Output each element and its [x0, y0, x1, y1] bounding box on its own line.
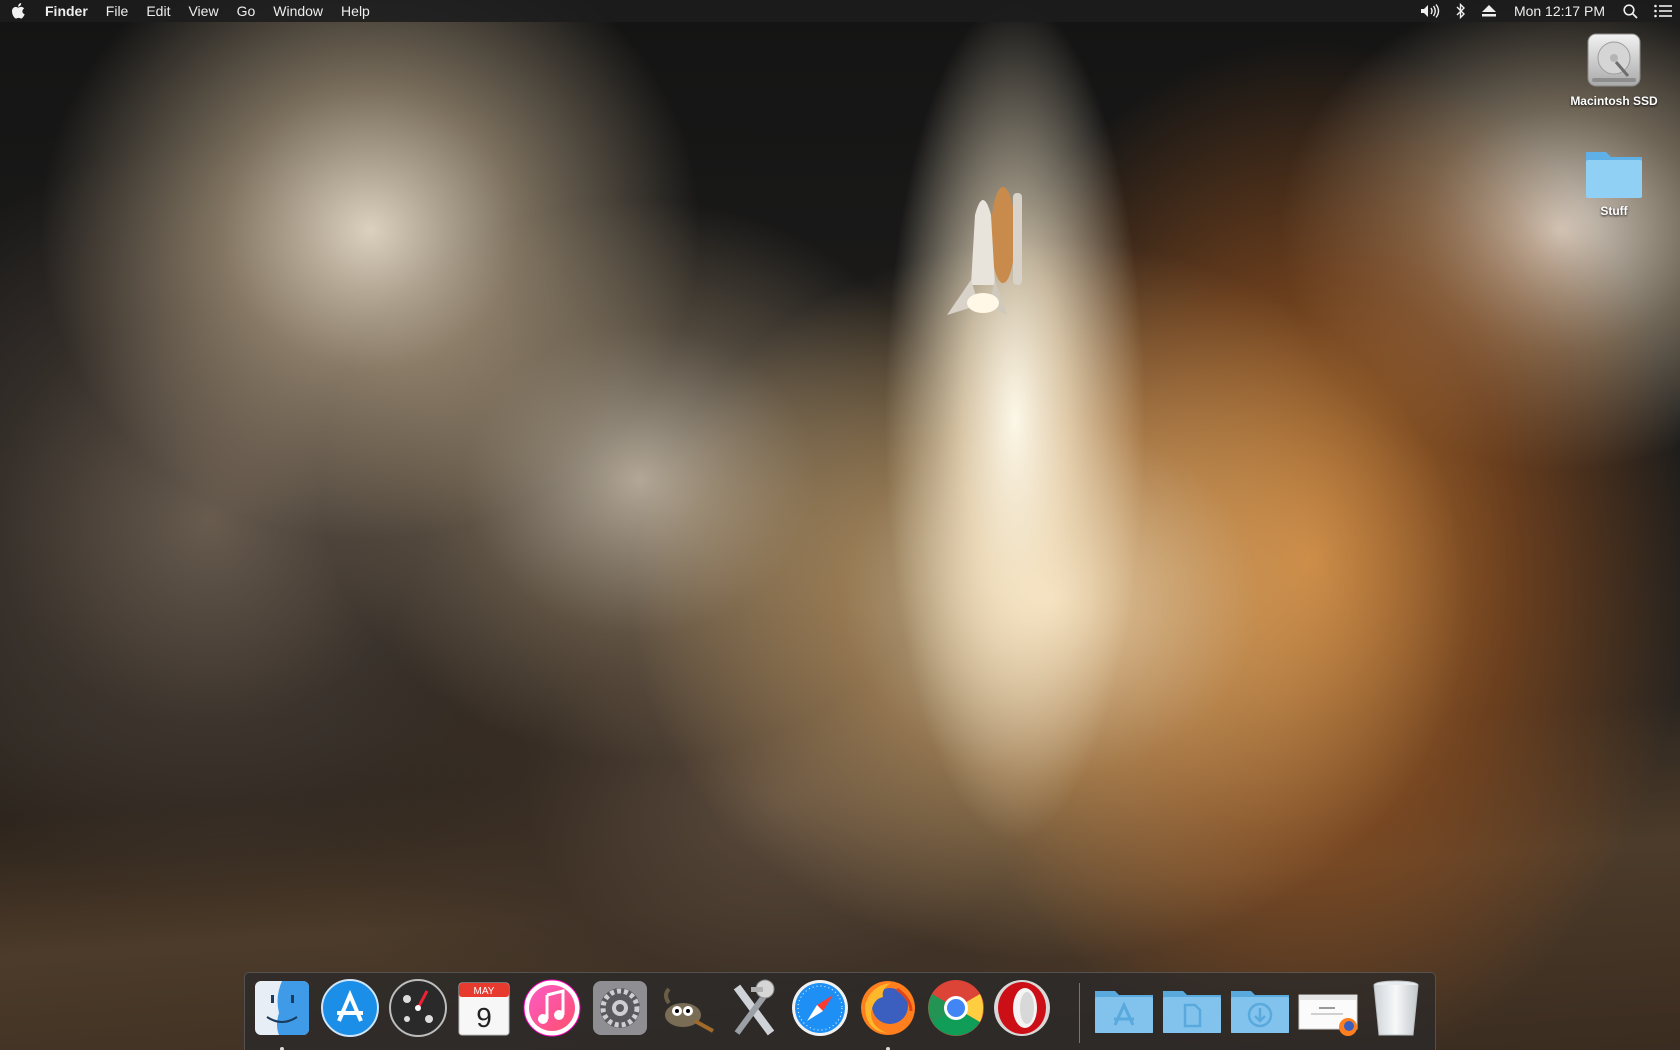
app-store-icon	[321, 979, 379, 1037]
eject-icon	[1481, 5, 1496, 17]
apple-icon	[12, 3, 25, 19]
x11-icon	[733, 979, 775, 1036]
menu-window[interactable]: Window	[264, 0, 332, 22]
desktop-icon-stuff[interactable]: Stuff	[1549, 144, 1679, 218]
menubar-clock[interactable]: Mon 12:17 PM	[1504, 0, 1615, 22]
menu-view[interactable]: View	[179, 0, 227, 22]
firefox-document-icon	[1298, 994, 1358, 1036]
dock-app-store[interactable]	[319, 977, 381, 1039]
folder-icon	[1586, 152, 1642, 198]
dock-dashboard[interactable]	[387, 977, 449, 1039]
dock-trash[interactable]	[1365, 977, 1427, 1039]
dock-firefox-document[interactable]	[1297, 977, 1359, 1039]
volume-icon	[1420, 4, 1440, 18]
trash-icon	[1373, 980, 1419, 1036]
bluetooth-status[interactable]	[1448, 0, 1474, 22]
menu-help[interactable]: Help	[332, 0, 379, 22]
dock-gimp[interactable]	[655, 977, 717, 1039]
menu-file[interactable]: File	[97, 0, 138, 22]
menu-edit[interactable]: Edit	[137, 0, 179, 22]
dock-safari[interactable]	[789, 977, 851, 1039]
system-preferences-icon	[593, 981, 647, 1035]
applications-folder-icon	[1095, 991, 1153, 1033]
desktop-icon-label: Macintosh SSD	[1570, 94, 1658, 108]
dock-documents-stack[interactable]	[1161, 977, 1223, 1039]
desktop-wallpaper: Finder File Edit View Go Window Help Mon…	[0, 0, 1680, 1050]
dock-system-preferences[interactable]	[589, 977, 651, 1039]
calendar-month: MAY	[474, 986, 495, 997]
notification-center-status[interactable]	[1646, 0, 1680, 22]
opera-icon	[994, 980, 1050, 1036]
gimp-icon	[664, 987, 714, 1033]
bluetooth-icon	[1456, 3, 1465, 19]
calendar-icon: MAY 9	[458, 982, 510, 1036]
documents-folder-icon	[1163, 991, 1221, 1033]
finder-icon	[255, 981, 309, 1035]
menu-bar: Finder File Edit View Go Window Help Mon…	[0, 0, 1680, 22]
dock-downloads-stack[interactable]	[1229, 977, 1291, 1039]
dock-opera[interactable]	[991, 977, 1053, 1039]
desktop-icon-macintosh-ssd[interactable]: Macintosh SSD	[1549, 28, 1679, 108]
hard-drive-icon	[1587, 33, 1641, 87]
downloads-folder-icon	[1231, 991, 1289, 1033]
firefox-icon	[861, 981, 915, 1035]
dock-x11[interactable]	[723, 977, 785, 1039]
shuttle-wallpaper-detail	[947, 187, 1022, 315]
dock-separator	[1079, 983, 1080, 1043]
menu-go[interactable]: Go	[228, 0, 265, 22]
chrome-icon	[928, 980, 984, 1036]
dock-applications-stack[interactable]	[1093, 977, 1155, 1039]
eject-status[interactable]	[1474, 0, 1504, 22]
dashboard-icon	[389, 979, 447, 1037]
volume-status[interactable]	[1412, 0, 1448, 22]
notification-center-icon	[1654, 4, 1672, 18]
dock-itunes[interactable]	[521, 977, 583, 1039]
desktop-icon-label: Stuff	[1600, 204, 1628, 218]
safari-icon	[792, 980, 848, 1036]
itunes-icon	[523, 979, 581, 1037]
dock-finder[interactable]	[251, 977, 313, 1050]
apple-menu[interactable]	[0, 0, 36, 22]
dock-firefox[interactable]	[857, 977, 919, 1050]
spotlight-icon	[1623, 3, 1638, 19]
dock-calendar[interactable]: MAY 9	[453, 977, 515, 1039]
dock: MAY 9	[244, 972, 1436, 1050]
calendar-day: 9	[476, 1002, 492, 1033]
spotlight-status[interactable]	[1615, 0, 1646, 22]
menu-app-finder[interactable]: Finder	[36, 0, 97, 22]
dock-chrome[interactable]	[925, 977, 987, 1039]
